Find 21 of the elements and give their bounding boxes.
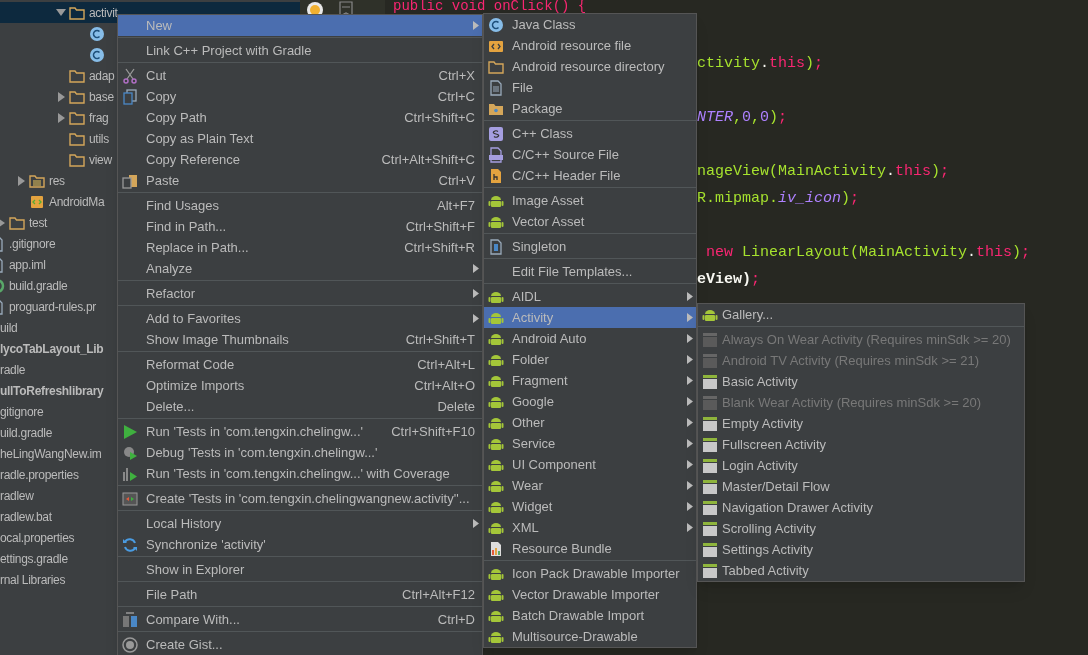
code-line: eView);	[697, 270, 761, 290]
tree-label: test	[29, 214, 48, 232]
code-line: nageView(MainActivity.this);	[697, 162, 950, 182]
tree-label: res	[49, 172, 65, 190]
code-line: new LinearLayout(MainActivity.this);	[705, 243, 1031, 263]
code-line: R.mipmap.iv_icon);	[697, 189, 860, 209]
tree-label: frag	[89, 109, 109, 127]
tree-label: app.iml	[9, 256, 46, 274]
tree-label: activit	[89, 4, 118, 22]
tree-label: view	[89, 151, 112, 169]
code-line: NTER,0,0);	[697, 108, 788, 128]
tree-label: build.gradle	[9, 277, 68, 295]
tree-label: proguard-rules.pr	[9, 298, 96, 316]
tree-label: AndroidMa	[49, 193, 105, 211]
code-line: public void onClick() {	[393, 0, 587, 13]
tree-label: adap	[89, 67, 115, 85]
tree-label: base	[89, 88, 114, 106]
tree-label: ettings.gradle	[0, 550, 68, 568]
code-line: ctivity.this);	[697, 54, 824, 74]
tree-label: .gitignore	[9, 235, 56, 253]
tree-label: utils	[89, 130, 109, 148]
